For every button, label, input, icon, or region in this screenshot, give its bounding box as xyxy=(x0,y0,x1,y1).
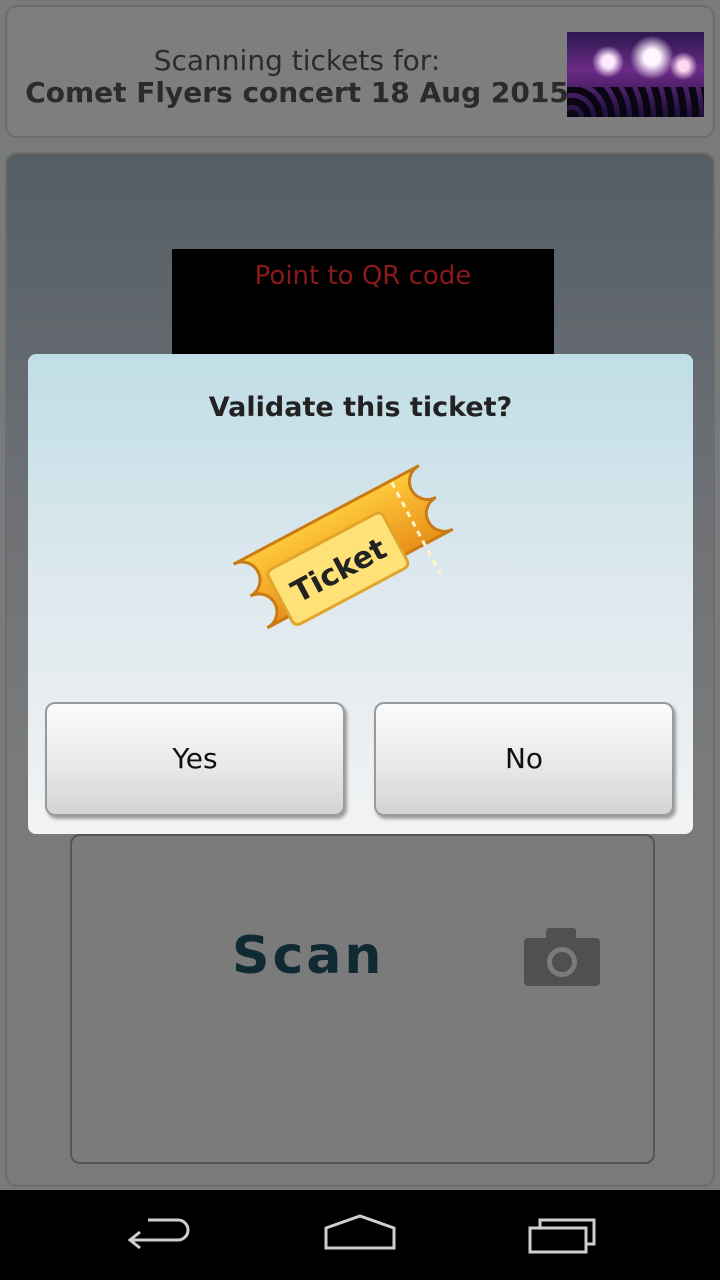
camera-icon xyxy=(524,928,600,986)
home-icon[interactable] xyxy=(320,1210,400,1260)
navigation-bar xyxy=(0,1190,720,1280)
back-icon[interactable] xyxy=(120,1210,200,1260)
recent-apps-icon[interactable] xyxy=(522,1210,602,1260)
event-header: Scanning tickets for: Comet Flyers conce… xyxy=(5,5,715,138)
header-caption: Scanning tickets for: xyxy=(153,44,441,77)
ticket-icon: Ticket xyxy=(232,464,454,630)
validate-dialog: Validate this ticket? Ticket Yes No xyxy=(28,354,693,834)
scan-button[interactable]: Scan xyxy=(70,834,655,1164)
scanner-hint: Point to QR code xyxy=(254,261,472,291)
event-name: Comet Flyers concert 18 Aug 2015 xyxy=(25,76,569,109)
scan-label: Scan xyxy=(232,926,385,986)
yes-button[interactable]: Yes xyxy=(45,702,345,816)
camera-preview: Point to QR code xyxy=(172,249,554,369)
event-info: Scanning tickets for: Comet Flyers conce… xyxy=(7,45,587,109)
crowd-silhouette xyxy=(567,87,704,117)
dialog-title: Validate this ticket? xyxy=(208,392,513,423)
event-thumbnail-image xyxy=(567,32,704,117)
no-button[interactable]: No xyxy=(374,702,674,816)
